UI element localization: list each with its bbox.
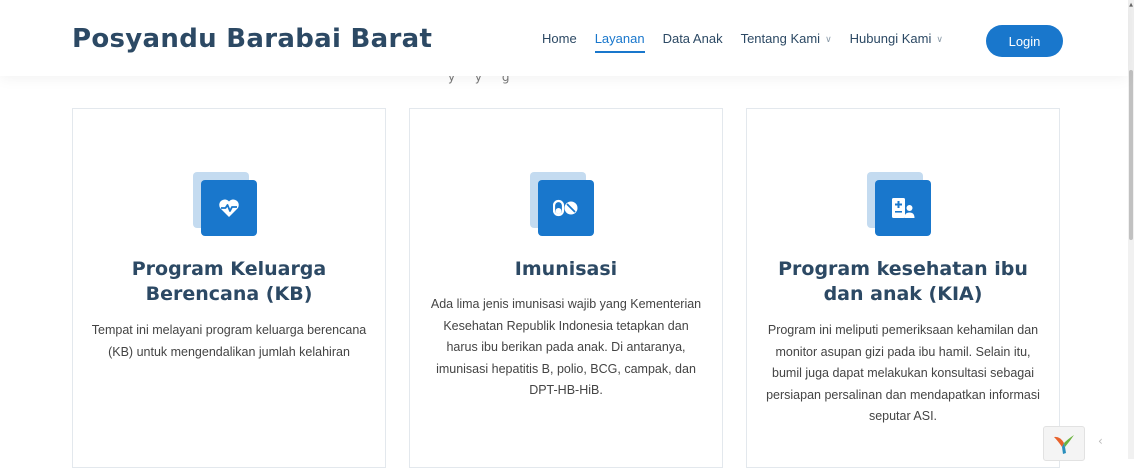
nav-home[interactable]: Home	[542, 31, 577, 46]
nav-data-anak-label: Data Anak	[662, 30, 723, 46]
chevron-left-icon[interactable]: ‹	[1098, 434, 1103, 448]
pills-icon	[553, 199, 578, 217]
nav-hubungi-kami[interactable]: Hubungi Kami ∨	[850, 31, 943, 46]
service-card-imunisasi: Imunisasi Ada lima jenis imunisasi wajib…	[409, 108, 723, 468]
yii-logo-icon	[1054, 434, 1074, 454]
nav-hubungi-kami-label: Hubungi Kami	[849, 30, 932, 46]
service-icon-box	[867, 172, 931, 236]
main-nav: Home Layanan Data Anak Tentang Kami ∨ Hub…	[542, 0, 961, 76]
page-scrollbar[interactable]: ▲	[1128, 0, 1134, 459]
service-description: Ada lima jenis imunisasi wajib yang Keme…	[430, 297, 702, 397]
nav-layanan[interactable]: Layanan	[594, 30, 645, 53]
yii-debug-toolbar-toggle[interactable]	[1043, 426, 1085, 461]
nav-layanan-label: Layanan	[594, 30, 645, 46]
service-card-kb: Program Keluarga Berencana (KB) Tempat i…	[72, 108, 386, 468]
service-card-kia: Program kesehatan ibu dan anak (KIA) Pro…	[746, 108, 1060, 468]
service-title: Program kesehatan ibu dan anak (KIA)	[778, 258, 1028, 305]
site-logo[interactable]: Posyandu Barabai Barat	[72, 24, 432, 54]
service-icon-box	[193, 172, 257, 236]
service-icon-box	[530, 172, 594, 236]
nav-tentang-kami-label: Tentang Kami	[740, 30, 821, 46]
login-button[interactable]: Login	[986, 25, 1063, 57]
scroll-up-arrow-icon[interactable]: ▲	[1128, 2, 1134, 8]
service-title: Program Keluarga Berencana (KB)	[131, 258, 327, 305]
nav-tentang-kami[interactable]: Tentang Kami ∨	[741, 31, 832, 46]
nav-home-label: Home	[542, 30, 577, 46]
heartbeat-icon	[219, 199, 239, 217]
service-description: Program ini meliputi pemeriksaan kehamil…	[766, 323, 1040, 423]
service-title: Imunisasi	[514, 258, 618, 280]
chevron-down-icon: ∨	[936, 33, 943, 44]
service-description: Tempat ini melayani program keluarga ber…	[91, 323, 367, 359]
site-header: Posyandu Barabai Barat Home Layanan Data…	[0, 0, 1128, 76]
user-medical-icon	[892, 198, 915, 218]
scrollbar-thumb[interactable]	[1129, 70, 1133, 240]
nav-data-anak[interactable]: Data Anak	[663, 31, 723, 46]
chevron-down-icon: ∨	[825, 33, 832, 44]
